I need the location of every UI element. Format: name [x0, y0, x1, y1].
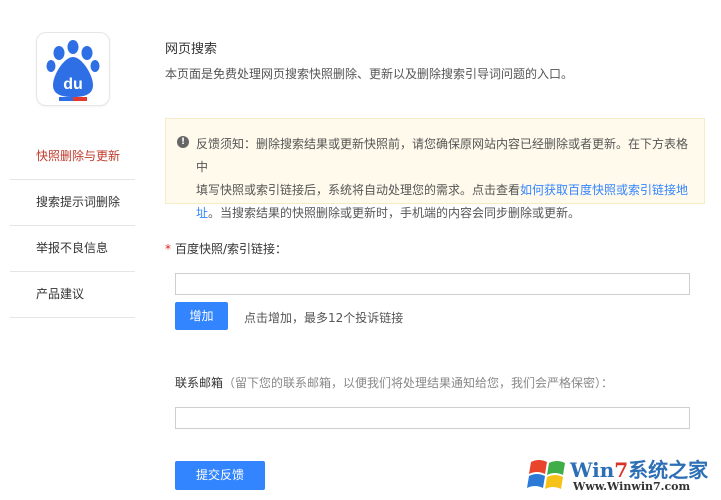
email-input[interactable]: [175, 407, 690, 429]
submit-feedback-button[interactable]: 提交反馈: [175, 461, 265, 490]
notice-line1: 反馈须知：删除搜索结果或更新快照前，请您确保原网站内容已经删除或者更新。在下方表…: [196, 137, 689, 174]
watermark-brand: Win7系统之家: [570, 454, 708, 483]
watermark-seven: 7: [614, 458, 629, 482]
help-link-part2[interactable]: 址: [196, 206, 208, 220]
watermark-suffix: 系统之家: [628, 458, 709, 482]
add-hint: 点击增加，最多12个投诉链接: [244, 311, 404, 325]
link-input[interactable]: [175, 273, 690, 295]
page-title: 网页搜索: [165, 42, 218, 57]
add-link-button[interactable]: 增加: [175, 302, 228, 330]
email-field-label: 联系邮箱（留下您的联系邮箱，以便我们将处理结果通知给您，我们会严格保密）：: [175, 374, 613, 391]
watermark-win: Win: [570, 458, 615, 482]
email-hint: （留下您的联系邮箱，以便我们将处理结果通知给您，我们会严格保密）：: [223, 376, 614, 390]
notice-line2: 填写快照或索引链接后，系统将自动处理您的需求。点击查看: [196, 183, 521, 197]
baidu-logo: du: [36, 32, 110, 106]
exclamation-icon: !: [177, 136, 189, 148]
email-label-text: 联系邮箱: [175, 376, 224, 390]
help-link-part1[interactable]: 如何获取百度快照或索引链接地: [520, 183, 688, 197]
sidebar-item-suggestion-delete[interactable]: 搜索提示词删除: [10, 180, 135, 226]
notice-line3: 。当搜索结果的快照删除或更新时，手机端的内容会同步删除或更新。: [208, 206, 581, 220]
notice-box: ! 反馈须知：删除搜索结果或更新快照前，请您确保原网站内容已经删除或者更新。在下…: [165, 118, 705, 220]
sidebar-item-report[interactable]: 举报不良信息: [10, 226, 135, 272]
baidu-paw-icon: du: [46, 40, 100, 101]
windows-logo-icon: [527, 460, 565, 489]
link-label-text: 百度快照/索引链接：: [175, 242, 288, 256]
watermark-url: Www.Winwin7.com: [573, 480, 691, 493]
page-description: 本页面是免费处理网页搜索快照删除、更新以及删除搜索引导词问题的入口。: [165, 67, 574, 81]
required-marker: *: [165, 242, 171, 256]
site-watermark: Win7系统之家 Www.Winwin7.com: [525, 450, 721, 500]
logo-text: du: [63, 76, 83, 93]
sidebar-nav: 快照删除与更新 搜索提示词删除 举报不良信息 产品建议: [10, 134, 135, 318]
sidebar-item-snapshot-delete[interactable]: 快照删除与更新: [10, 134, 135, 180]
link-field-label: * 百度快照/索引链接：: [165, 240, 287, 257]
sidebar-item-feedback[interactable]: 产品建议: [10, 272, 135, 318]
